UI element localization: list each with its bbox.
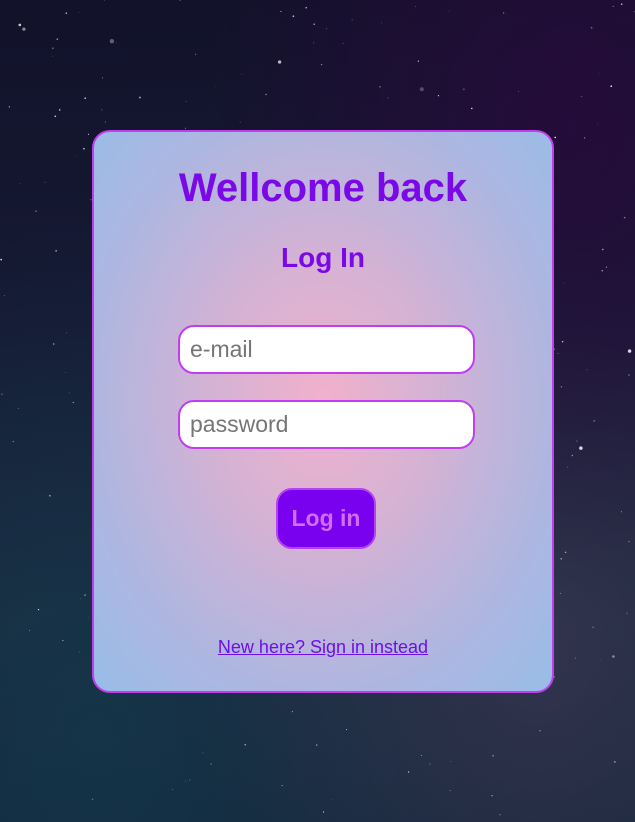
page-title: Wellcome back: [178, 166, 468, 210]
password-field[interactable]: [178, 400, 475, 449]
login-card: Wellcome back Log In Log in New here? Si…: [92, 130, 554, 693]
login-subtitle: Log In: [281, 242, 365, 273]
login-button[interactable]: Log in: [276, 488, 376, 549]
email-field[interactable]: [178, 325, 475, 374]
signup-link[interactable]: New here? Sign in instead: [94, 637, 552, 658]
